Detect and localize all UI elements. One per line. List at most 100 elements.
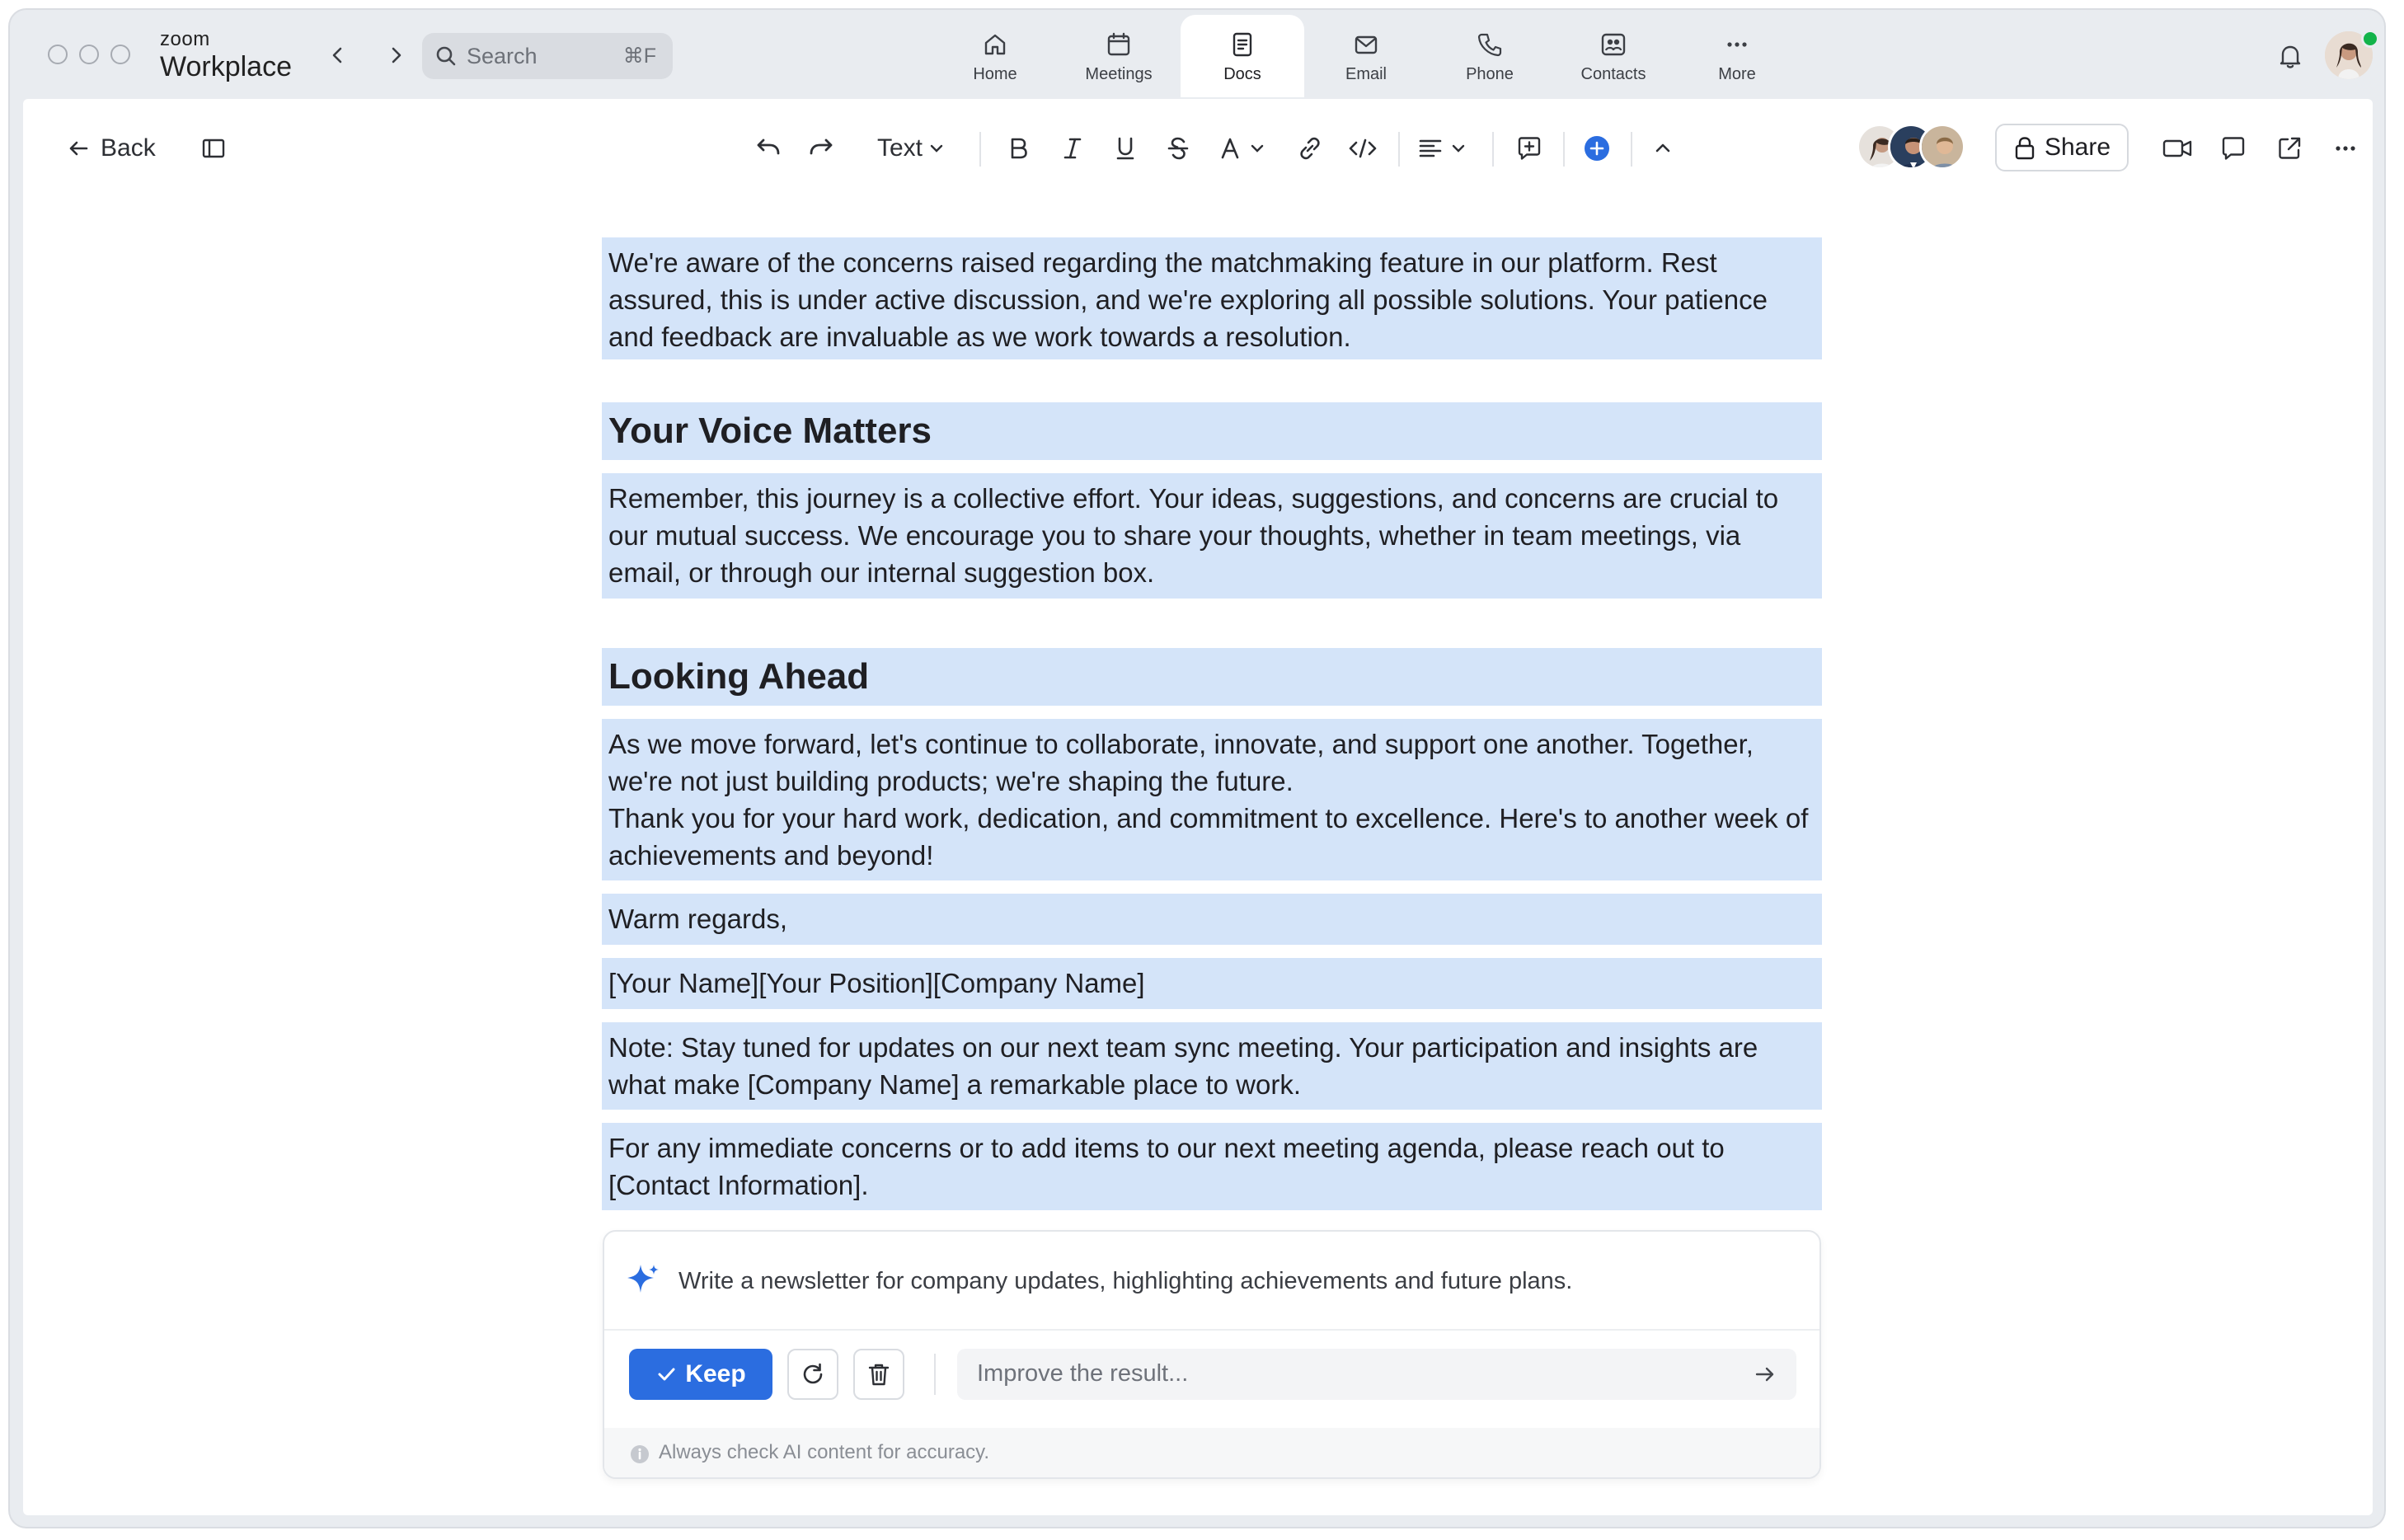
document-icon — [1233, 32, 1252, 57]
collaborator-avatar[interactable] — [1919, 124, 1965, 170]
undo-icon — [757, 139, 780, 155]
paragraph-block[interactable]: We're aware of the concerns raised regar… — [602, 237, 1822, 359]
paragraph-block[interactable]: [Your Name][Your Position][Company Name] — [602, 958, 1822, 1009]
toolbar-divider — [1563, 132, 1565, 167]
paragraph-block[interactable]: Remember, this journey is a collective e… — [602, 473, 1822, 599]
more-icon — [1727, 42, 1747, 47]
paragraph-block[interactable]: Warm regards, — [602, 894, 1822, 945]
comment-add-icon — [1518, 137, 1541, 160]
keep-button[interactable]: Keep — [629, 1349, 772, 1400]
start-meeting-button[interactable] — [2162, 132, 2193, 165]
nav-back-arrow[interactable] — [325, 43, 350, 68]
brand-big: Workplace — [160, 51, 292, 82]
open-external-button[interactable] — [2275, 132, 2303, 165]
app-logo: zoom Workplace — [160, 28, 292, 82]
paragraph-block[interactable]: As we move forward, let's continue to co… — [602, 719, 1822, 880]
link-button[interactable] — [1296, 132, 1324, 165]
tab-home[interactable]: Home — [933, 15, 1057, 97]
app-window: zoom Workplace Search ⌘F Home Meetings D… — [10, 10, 2384, 1527]
tab-label: Phone — [1466, 65, 1514, 83]
text-style-dropdown[interactable]: Text — [877, 132, 946, 165]
toolbar-divider — [1398, 132, 1400, 167]
minimize-window-button[interactable] — [79, 45, 99, 64]
collapse-toolbar-button[interactable] — [1650, 132, 1675, 165]
person-avatar-icon — [1922, 126, 1963, 167]
nav-forward-arrow[interactable] — [384, 43, 409, 68]
improve-placeholder: Improve the result... — [977, 1360, 1189, 1387]
chevron-right-icon — [392, 47, 401, 63]
ai-disclaimer-bar: Always check AI content for accuracy. — [604, 1428, 1819, 1477]
chevron-down-icon — [1251, 144, 1264, 153]
brand-small: zoom — [160, 28, 210, 50]
document-area: Back Text Share We're aware of the conce… — [23, 99, 2373, 1515]
undo-button[interactable] — [754, 132, 783, 165]
strikethrough-button[interactable] — [1164, 132, 1192, 165]
lock-icon — [2015, 137, 2035, 160]
editor-toolbar: Back Text Share — [23, 99, 2373, 198]
redo-button[interactable] — [806, 132, 836, 165]
notifications-bell-icon[interactable] — [2275, 41, 2305, 75]
italic-button[interactable] — [1059, 132, 1087, 165]
tab-docs[interactable]: Docs — [1181, 15, 1304, 97]
regenerate-button[interactable] — [787, 1349, 838, 1400]
toolbar-divider — [979, 132, 981, 167]
italic-icon — [1063, 138, 1082, 159]
tab-contacts[interactable]: Contacts — [1552, 15, 1675, 97]
tab-label: Docs — [1223, 65, 1261, 83]
tab-phone[interactable]: Phone — [1428, 15, 1552, 97]
more-options-button[interactable] — [2331, 132, 2359, 165]
contacts-icon — [1601, 33, 1626, 56]
back-label: Back — [101, 134, 156, 162]
arrow-left-icon — [69, 141, 88, 156]
discard-button[interactable] — [853, 1349, 904, 1400]
tab-label: Meetings — [1085, 65, 1153, 83]
align-left-icon — [1419, 139, 1442, 157]
tab-meetings[interactable]: Meetings — [1057, 15, 1181, 97]
paragraph-block[interactable]: Note: Stay tuned for updates on our next… — [602, 1022, 1822, 1110]
maximize-window-button[interactable] — [110, 45, 130, 64]
close-window-button[interactable] — [48, 45, 68, 64]
search-shortcut: ⌘F — [622, 45, 656, 68]
underline-button[interactable] — [1111, 132, 1139, 165]
align-dropdown[interactable] — [1416, 132, 1467, 165]
toggle-sidebar-button[interactable] — [200, 132, 228, 165]
bold-button[interactable] — [1004, 132, 1032, 165]
refresh-icon — [803, 1363, 823, 1384]
tab-label: More — [1718, 65, 1756, 83]
code-button[interactable] — [1347, 132, 1378, 165]
font-color-icon — [1221, 138, 1239, 159]
external-link-icon — [2279, 137, 2301, 159]
phone-icon — [1477, 33, 1502, 57]
heading-block[interactable]: Your Voice Matters — [602, 402, 1822, 460]
mail-icon — [1355, 35, 1378, 54]
heading-block[interactable]: Looking Ahead — [602, 648, 1822, 706]
search-input[interactable]: Search ⌘F — [422, 33, 673, 79]
insert-button[interactable] — [1583, 132, 1611, 165]
back-button[interactable]: Back — [66, 132, 156, 165]
font-color-dropdown[interactable] — [1217, 132, 1266, 165]
tab-more[interactable]: More — [1675, 15, 1799, 97]
link-icon — [1300, 137, 1320, 160]
info-icon — [629, 1444, 650, 1469]
share-button[interactable]: Share — [1995, 124, 2129, 171]
chevron-left-icon — [332, 47, 342, 63]
toolbar-divider — [1492, 132, 1494, 167]
improve-result-input[interactable]: Improve the result... — [957, 1349, 1796, 1400]
chevron-down-icon — [1452, 144, 1465, 153]
share-label: Share — [2044, 134, 2111, 161]
submit-arrow-icon[interactable] — [1754, 1364, 1777, 1389]
add-comment-button[interactable] — [1515, 132, 1543, 165]
panel-divider — [604, 1329, 1819, 1331]
main-tabs: Home Meetings Docs Email Phone Contacts — [933, 10, 1799, 99]
paragraph-block[interactable]: For any immediate concerns or to add ite… — [602, 1123, 1822, 1210]
plus-circle-icon — [1585, 136, 1609, 161]
calendar-icon — [1107, 32, 1130, 56]
checkmark-icon — [658, 1368, 675, 1381]
tab-email[interactable]: Email — [1304, 15, 1428, 97]
toolbar-divider — [1631, 132, 1632, 167]
comments-button[interactable] — [2219, 132, 2247, 165]
online-status-badge — [2361, 30, 2379, 48]
chevron-up-icon — [1655, 143, 1670, 153]
trash-icon — [868, 1364, 890, 1386]
keep-label: Keep — [685, 1360, 746, 1387]
